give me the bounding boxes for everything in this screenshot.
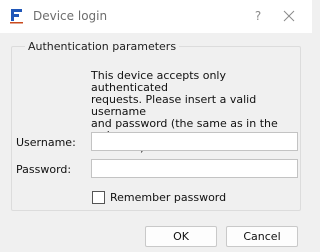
- app-logo-icon: [10, 9, 23, 24]
- info-line: requests. Please insert a valid username: [91, 93, 257, 118]
- help-button[interactable]: ?: [247, 6, 269, 26]
- remember-password-checkbox[interactable]: [92, 191, 105, 204]
- remember-password-label[interactable]: Remember password: [110, 191, 226, 204]
- title-bar: Device login ?: [0, 0, 312, 33]
- close-icon[interactable]: [278, 5, 300, 27]
- info-line: This device accepts only authenticated: [91, 69, 226, 94]
- username-label: Username:: [16, 136, 76, 149]
- cancel-button[interactable]: Cancel: [226, 226, 298, 247]
- username-field[interactable]: [91, 132, 298, 151]
- password-field[interactable]: [91, 159, 298, 178]
- password-label: Password:: [16, 163, 72, 176]
- groupbox-title: Authentication parameters: [25, 40, 180, 53]
- window-title: Device login: [33, 9, 108, 23]
- ok-button[interactable]: OK: [145, 226, 217, 247]
